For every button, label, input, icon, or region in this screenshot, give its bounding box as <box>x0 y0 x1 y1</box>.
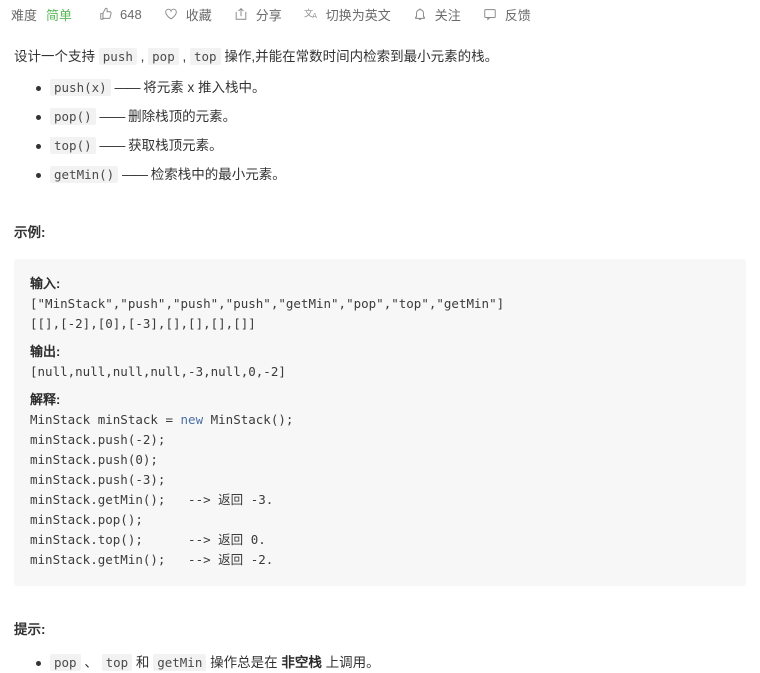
list-item: push(x) —— 将元素 x 推入栈中。 <box>36 78 746 98</box>
explain-line-4: minStack.push(-3); <box>30 472 166 488</box>
bell-icon <box>413 7 428 22</box>
feedback-button[interactable]: 反馈 <box>483 5 531 24</box>
output-line: [null,null,null,null,-3,null,0,-2] <box>30 364 286 380</box>
favorite-button[interactable]: 收藏 <box>164 5 212 24</box>
hint-sep2: 和 <box>132 654 154 670</box>
operation-text: 获取栈顶元素。 <box>128 138 223 153</box>
example-title: 示例: <box>14 225 46 240</box>
share-icon <box>234 7 249 22</box>
hints-list: pop 、 top 和 getMin 操作总是在 非空栈 上调用。 <box>14 653 746 673</box>
operation-text: 检索栈中的最小元素。 <box>150 167 286 182</box>
explain-line-5a: minStack.getMin(); --> <box>30 492 219 508</box>
follow-label: 关注 <box>434 7 461 23</box>
explain-line-7-cn: 返回 <box>218 533 244 548</box>
problem-content: 设计一个支持 push , pop , top 操作,并能在常数时间内检索到最小… <box>0 46 760 673</box>
operation-dash: —— <box>114 80 140 95</box>
operation-code: getMin() <box>50 166 119 183</box>
hint-text1: 操作总是在 <box>206 654 282 670</box>
example-code-block: 输入: ["MinStack","push","push","push","ge… <box>14 259 746 587</box>
share-button[interactable]: 分享 <box>234 5 282 24</box>
input-line-1: ["MinStack","push","push","push","getMin… <box>30 296 505 312</box>
list-item: getMin() —— 检索栈中的最小元素。 <box>36 165 746 185</box>
explain-line-2: minStack.push(-2); <box>30 432 166 448</box>
explain-line-8a: minStack.getMin(); --> <box>30 552 219 568</box>
operation-dash: —— <box>99 109 125 124</box>
translate-button[interactable]: 文 A 切换为英文 <box>304 5 391 24</box>
like-button[interactable]: 648 <box>98 7 142 22</box>
explain-line-6: minStack.pop(); <box>30 512 143 528</box>
desc-part2: 操作,并能在常数时间内检索到最小元素的栈。 <box>220 49 499 64</box>
operation-code: push(x) <box>50 79 111 96</box>
explain-line-1b: MinStack(); <box>203 412 294 428</box>
difficulty-value: 简单 <box>46 7 73 23</box>
difficulty-group: 难度 简单 <box>11 5 72 24</box>
desc-part1: 设计一个支持 <box>14 49 99 64</box>
list-item: top() —— 获取栈顶元素。 <box>36 136 746 156</box>
input-label: 输入: <box>30 276 61 292</box>
input-line-2: [[],[-2],[0],[-3],[],[],[],[]] <box>30 316 256 332</box>
hint-code-pop: pop <box>50 653 81 671</box>
explain-line-3: minStack.push(0); <box>30 452 158 468</box>
output-label: 输出: <box>30 344 61 360</box>
hint-text2: 上调用。 <box>321 654 380 670</box>
operation-text: 将元素 x 推入栈中。 <box>143 80 266 95</box>
desc-sep2: , <box>178 49 190 64</box>
inline-code-pop: pop <box>148 48 179 65</box>
hint-code-getmin: getMin <box>153 653 207 671</box>
operation-code: top() <box>50 137 96 154</box>
explain-line-7b: 0. <box>243 532 266 548</box>
inline-code-push: push <box>98 48 137 65</box>
explain-line-7a: minStack.top(); --> <box>30 532 219 548</box>
comment-icon <box>483 7 498 22</box>
hint-sep1: 、 <box>80 654 102 670</box>
like-count: 648 <box>120 6 142 22</box>
hints-title: 提示: <box>14 622 46 638</box>
inline-code-top: top <box>189 48 221 65</box>
list-item: pop() —— 删除栈顶的元素。 <box>36 107 746 127</box>
operation-text: 删除栈顶的元素。 <box>128 109 237 124</box>
hint-code-top: top <box>101 653 133 671</box>
feedback-label: 反馈 <box>504 7 531 23</box>
share-label: 分享 <box>255 7 282 23</box>
explain-line-1a: MinStack minStack = <box>30 412 181 428</box>
operation-dash: —— <box>121 167 148 182</box>
problem-description: 设计一个支持 push , pop , top 操作,并能在常数时间内检索到最小… <box>14 46 746 68</box>
explain-keyword-new: new <box>180 412 204 428</box>
difficulty-label: 难度 <box>11 7 38 23</box>
explain-line-5b: -3. <box>243 492 274 508</box>
thumbs-up-icon <box>98 7 113 22</box>
hint-strong: 非空栈 <box>281 654 322 670</box>
explain-label: 解释: <box>30 392 61 408</box>
translate-label: 切换为英文 <box>325 7 391 23</box>
desc-sep1: , <box>136 49 149 64</box>
problem-toolbar: 难度 简单 648 收藏 分享 文 A 切换为英文 关注 反馈 <box>0 0 760 28</box>
explain-line-8-cn: 返回 <box>218 553 244 568</box>
operations-list: push(x) —— 将元素 x 推入栈中。 pop() —— 删除栈顶的元素。… <box>14 78 746 185</box>
explain-line-8b: -2. <box>243 552 274 568</box>
svg-text:A: A <box>312 12 317 20</box>
explain-line-5-cn: 返回 <box>218 493 244 508</box>
heart-icon <box>164 7 179 22</box>
translate-icon: 文 A <box>304 7 319 22</box>
favorite-label: 收藏 <box>185 7 212 23</box>
operation-code: pop() <box>50 108 96 125</box>
follow-button[interactable]: 关注 <box>413 5 461 24</box>
operation-dash: —— <box>99 138 125 153</box>
list-item: pop 、 top 和 getMin 操作总是在 非空栈 上调用。 <box>36 653 746 673</box>
